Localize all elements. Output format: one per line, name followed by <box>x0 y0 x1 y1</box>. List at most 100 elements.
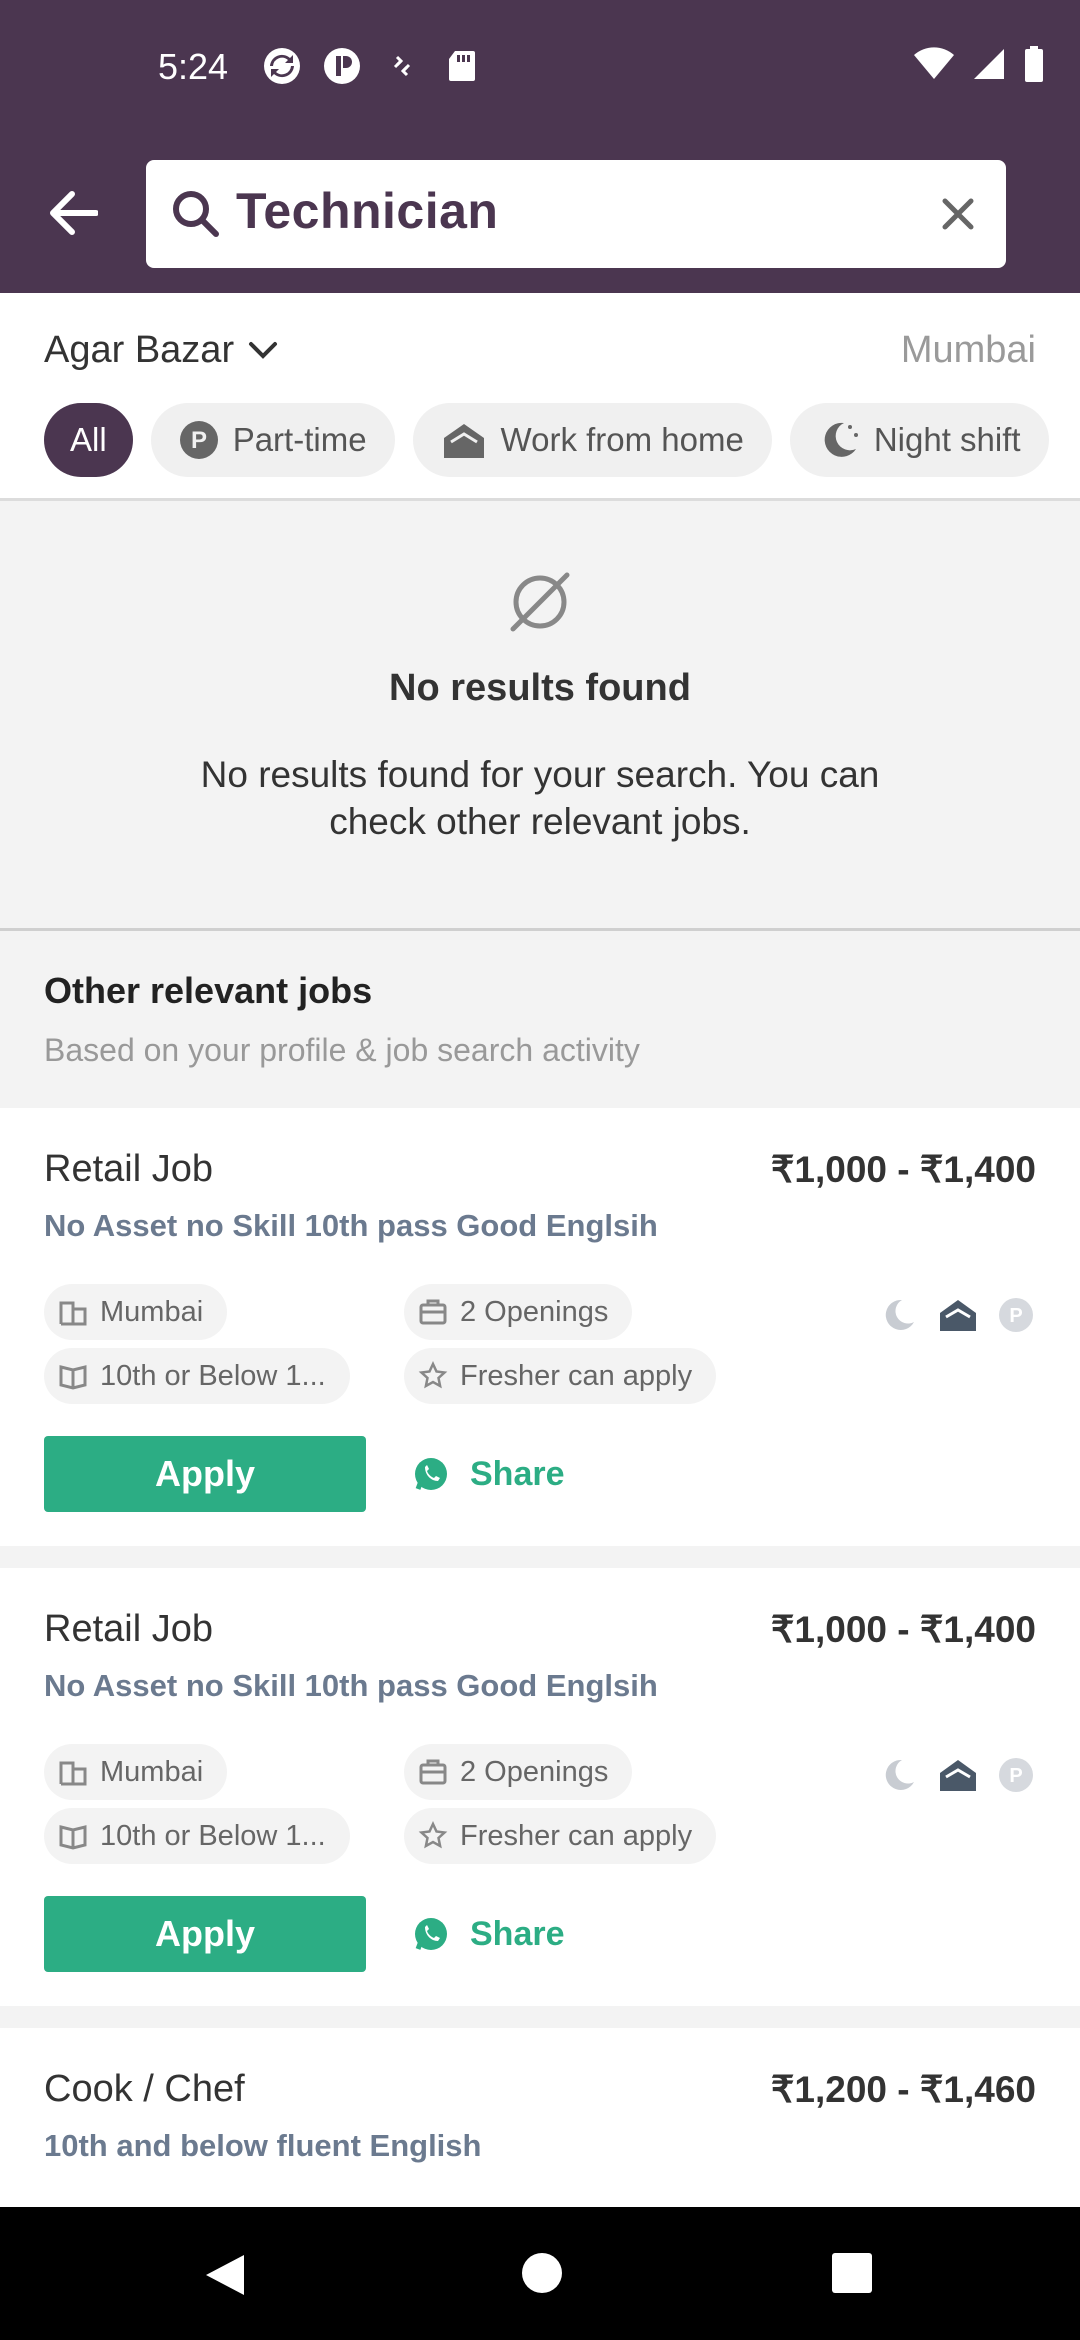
chevron-down-icon <box>249 341 278 359</box>
share-button[interactable]: Share <box>412 1436 565 1512</box>
openings-tag: 2 Openings <box>404 1284 633 1340</box>
search-icon <box>170 188 222 240</box>
night-shift-icon <box>885 1759 914 1790</box>
clear-search-button[interactable] <box>932 188 984 240</box>
job-card[interactable]: Cook / Chef ₹1,200 - ₹1,460 10th and bel… <box>0 2028 1080 2207</box>
triangle-back-icon <box>206 2255 244 2295</box>
education-tag: 10th or Below 1... <box>44 1348 350 1404</box>
status-time: 5:24 <box>158 46 229 87</box>
close-icon <box>942 198 974 230</box>
star-icon <box>418 1361 448 1391</box>
tag-label: Mumbai <box>100 1755 204 1788</box>
circle-home-icon <box>522 2253 562 2293</box>
job-subtitle: No Asset no Skill 10th pass Good Englsih <box>44 1208 658 1243</box>
back-button[interactable] <box>40 180 106 246</box>
filter-chips: All P Part-time Work from home Night shi… <box>44 403 1049 477</box>
filter-chip-label: All <box>70 421 107 458</box>
job-salary: ₹1,000 - ₹1,400 <box>770 1609 1036 1650</box>
area-selector[interactable]: Agar Bazar <box>44 329 278 372</box>
book-icon <box>58 1361 88 1391</box>
building-icon <box>58 1297 88 1327</box>
whatsapp-icon <box>415 1458 447 1490</box>
sync-icon <box>262 46 302 86</box>
job-salary: ₹1,200 - ₹1,460 <box>770 2069 1036 2110</box>
svg-text:P: P <box>1009 1305 1022 1327</box>
search-query[interactable]: Technician <box>236 182 498 240</box>
city-label: Mumbai <box>900 329 1036 371</box>
job-card[interactable]: Retail Job ₹1,000 - ₹1,400 No Asset no S… <box>0 1108 1080 1546</box>
briefcase-icon <box>418 1757 448 1787</box>
battery-icon <box>1024 46 1044 86</box>
job-title: Retail Job <box>44 1608 213 1650</box>
tag-label: 10th or Below 1... <box>100 1819 326 1852</box>
filter-chip-part-time[interactable]: P Part-time <box>150 403 395 477</box>
empty-state-title: No results found <box>389 667 691 709</box>
app-notification-icon <box>322 46 362 86</box>
no-results-icon <box>505 567 575 637</box>
job-subtitle: 10th and below fluent English <box>44 2128 482 2163</box>
job-title: Cook / Chef <box>44 2068 245 2110</box>
apply-button[interactable]: Apply <box>44 1896 366 1972</box>
square-recents-icon <box>832 2253 872 2293</box>
filter-chip-label: Night shift <box>873 421 1021 458</box>
section-subtitle: Based on your profile & job search activ… <box>44 1032 640 1068</box>
status-system-icons <box>914 46 1044 86</box>
building-icon <box>58 1757 88 1787</box>
experience-tag: Fresher can apply <box>404 1808 717 1864</box>
experience-tag: Fresher can apply <box>404 1348 717 1404</box>
tag-label: Mumbai <box>100 1295 204 1328</box>
part-time-icon: P <box>999 1298 1033 1332</box>
tag-label: 10th or Below 1... <box>100 1359 326 1392</box>
filter-chip-night-shift[interactable]: Night shift <box>789 403 1049 477</box>
job-subtitle: No Asset no Skill 10th pass Good Englsih <box>44 1668 658 1703</box>
filter-chip-label: Part-time <box>232 421 367 458</box>
empty-state-description: No results found for your search. You ca… <box>200 754 880 842</box>
job-feature-icons: P <box>880 1756 1034 1794</box>
system-nav-bar <box>0 2207 1080 2340</box>
tag-label: Fresher can apply <box>460 1819 693 1852</box>
night-shift-icon <box>885 1299 914 1330</box>
tag-label: Fresher can apply <box>460 1359 693 1392</box>
wifi-icon <box>914 47 954 85</box>
filter-chip-all[interactable]: All <box>44 403 133 477</box>
search-input[interactable]: Technician <box>146 160 1006 268</box>
part-time-icon: P <box>999 1758 1033 1792</box>
status-bar: 5:24 <box>0 0 1080 140</box>
share-label: Share <box>470 1914 565 1953</box>
rotate-icon <box>382 46 422 86</box>
svg-text:P: P <box>1009 1765 1022 1787</box>
filter-chip-label: Work from home <box>500 421 744 458</box>
tag-label: 2 Openings <box>460 1755 609 1788</box>
whatsapp-icon <box>415 1918 447 1950</box>
status-notification-icons <box>262 46 482 86</box>
section-title: Other relevant jobs <box>44 970 373 1011</box>
app-header: 5:24 Technician <box>0 0 1080 293</box>
job-card[interactable]: Retail Job ₹1,000 - ₹1,400 No Asset no S… <box>0 1568 1080 2006</box>
nav-back-button[interactable] <box>200 2251 248 2303</box>
part-time-icon: P <box>179 421 218 459</box>
location-tag: Mumbai <box>44 1284 228 1340</box>
education-tag: 10th or Below 1... <box>44 1808 350 1864</box>
home-icon <box>940 1760 976 1791</box>
job-title: Retail Job <box>44 1148 213 1190</box>
area-label: Agar Bazar <box>44 329 235 371</box>
filter-chip-work-from-home[interactable]: Work from home <box>412 403 772 477</box>
night-shift-icon <box>824 422 858 457</box>
share-button[interactable]: Share <box>412 1896 565 1972</box>
home-icon <box>443 424 484 458</box>
empty-state: No results found No results found for yo… <box>0 501 1080 931</box>
star-icon <box>418 1821 448 1851</box>
briefcase-icon <box>418 1297 448 1327</box>
apply-button[interactable]: Apply <box>44 1436 366 1512</box>
signal-icon <box>972 47 1006 85</box>
nav-home-button[interactable] <box>520 2251 564 2299</box>
other-jobs-header: Other relevant jobs Based on your profil… <box>0 934 1080 1108</box>
arrow-left-icon <box>50 191 98 235</box>
location-tag: Mumbai <box>44 1744 228 1800</box>
filters-area: Agar Bazar Mumbai All P Part-time Work f… <box>0 293 1080 501</box>
job-feature-icons: P <box>880 1296 1034 1334</box>
sd-card-icon <box>442 46 482 86</box>
home-icon <box>940 1300 976 1331</box>
nav-recents-button[interactable] <box>830 2251 874 2299</box>
svg-text:P: P <box>191 427 207 454</box>
